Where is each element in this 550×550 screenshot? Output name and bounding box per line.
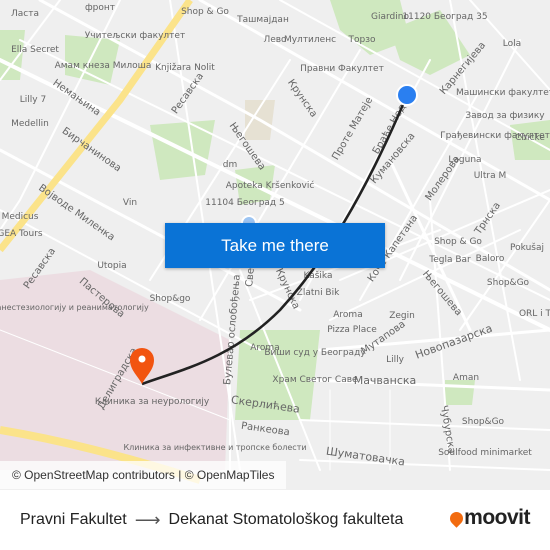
map-label: Мачванска [354,374,417,387]
map-label: Shop&Go [462,417,505,427]
map-label: Chicke [515,133,545,143]
map-label: Pokušaj [510,242,544,253]
moovit-pin-icon [447,508,466,528]
map-label: Lilly 7 [20,95,46,105]
map-label: Торзо [347,35,376,45]
map-label: Машински факултет [456,88,550,98]
map-label: Ella Secret [11,45,59,55]
map-label: Немањина [51,78,103,119]
road [299,459,550,471]
map-label: Shop & Go [434,237,482,247]
brand-name: moovit [464,506,530,529]
map-label: 11120 Београд 35 [402,12,487,22]
map-label: Shop&go [150,294,191,304]
map-label: Центар за анестезиологију и реаниматолог… [0,303,149,312]
map-label: Shop & Go [181,7,229,17]
map-label: Lola [503,39,521,49]
park [445,380,475,405]
map-label: Pizza Place [327,325,377,335]
map-label: фронт [85,3,115,13]
map-view[interactable]: фронт Shop & Go Ташмајдан Ласта Учитељски фа… [0,0,550,490]
map-label: Zegin [389,311,415,321]
map-label: Ultra M [474,171,506,181]
map-label: Шуматовачка [325,445,406,469]
map-label: Правни Факултет [300,64,384,74]
map-label: GEA Tours [0,229,43,239]
map-label: Medellin [11,119,49,129]
map-label: Ташмајдан [236,15,289,25]
map-label: Utopia [97,261,126,271]
map-label: Medicus [2,212,39,222]
map-label: Tegla Bar [428,255,471,265]
map-label: Ресавска [170,71,206,116]
map-label: 11104 Београд 5 [205,198,284,208]
map-label: Ранкеова [240,421,290,439]
map-label: Aroma [333,310,362,320]
map-label: Храм Светог Саве [272,375,358,385]
park [65,35,120,85]
take-me-there-button[interactable]: Take me there [165,223,385,268]
map-label: Клиника за инфективне и тропске болести [123,443,306,452]
map-label: Lilly [386,355,405,365]
map-label: ORL i T [519,309,550,319]
map-label: dm [223,160,237,170]
map-label: Knjižara Nolit [155,63,215,73]
origin-marker-icon[interactable] [396,84,418,106]
map-label: Учитељски факултет [85,31,185,41]
map-label: Shop&Go [487,278,530,288]
map-label: Мултиленс [284,35,336,45]
map-label: Aman [453,373,479,383]
map-label: Zlatni Bik [297,288,340,298]
moovit-logo: moovit [447,506,530,530]
map-label: Baloro [476,254,505,264]
arrow-right-icon: ⟶ [134,509,161,530]
map-label: Проте Матеје [330,95,376,162]
origin-name: Pravni Fakultet [20,511,127,528]
map-label: Soulfood minimarket [438,448,532,458]
map-label: Амам кнеза Милоша [55,61,152,71]
map-label: Завод за физику [465,111,545,121]
map-attribution[interactable]: © OpenStreetMap contributors | © OpenMap… [0,461,287,489]
map-label: Apoteka Kršenković [226,180,315,191]
map-label: Vin [123,198,137,208]
road [299,419,550,431]
map-label: Ласта [11,9,39,19]
map-label: Крунска [285,78,319,120]
map-label: Виши суд у Београду [264,348,366,358]
destination-name: Dekanat Stomatološkog fakulteta [168,511,404,528]
